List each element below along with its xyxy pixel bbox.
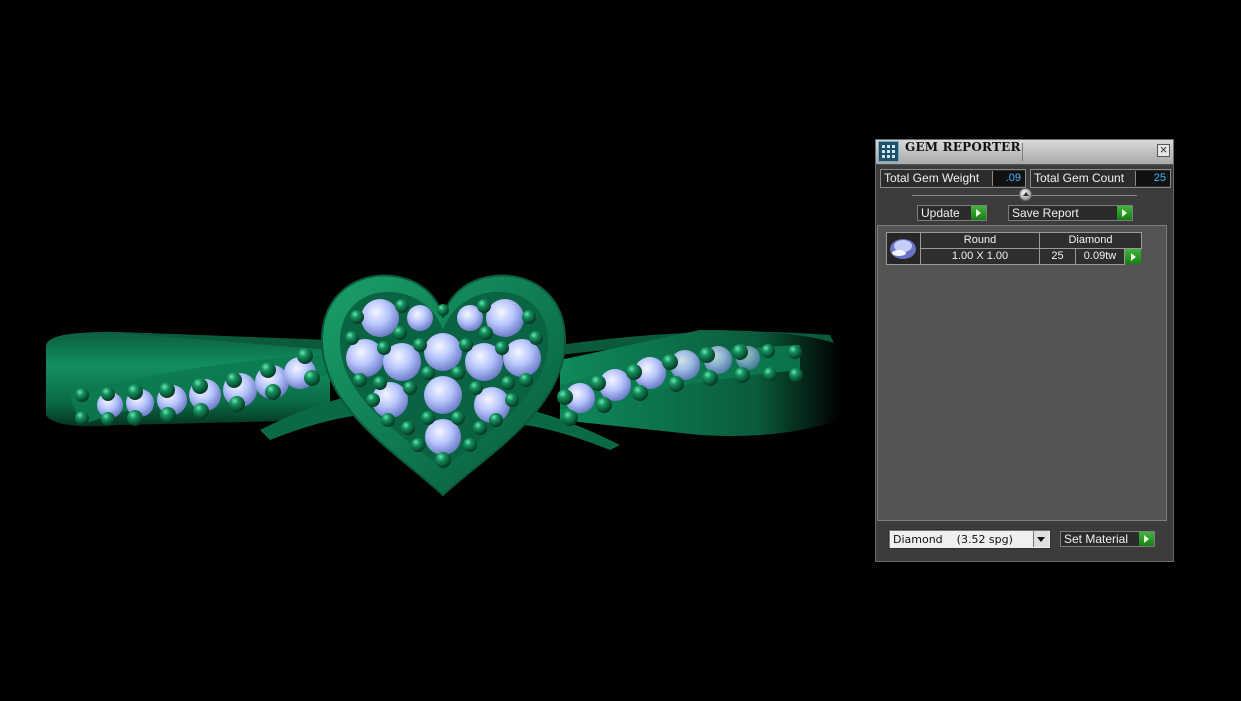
title-bar[interactable]: GEM REPORTER × — [876, 140, 1173, 165]
total-gem-weight-value: .09 — [992, 171, 1025, 186]
material-select-value: Diamond (3.52 spg) — [893, 533, 1013, 546]
gem-list[interactable]: Round Diamond 1.00 X 1.00 25 0.09tw — [877, 225, 1167, 521]
update-button-label: Update — [921, 206, 960, 220]
title-divider — [1022, 143, 1023, 161]
total-gem-count-field: Total Gem Count 25 — [1030, 169, 1171, 188]
slider-handle[interactable] — [1019, 188, 1032, 201]
total-gem-count-label: Total Gem Count — [1034, 171, 1125, 185]
arrow-right-icon — [1139, 532, 1154, 546]
total-gem-weight-label: Total Gem Weight — [884, 171, 980, 185]
shape-header: Round — [920, 232, 1040, 249]
gem-reporter-icon — [878, 141, 899, 162]
gem-count: 25 — [1039, 248, 1076, 265]
save-report-button-label: Save Report — [1012, 206, 1079, 220]
save-report-button[interactable]: Save Report — [1008, 205, 1133, 221]
3d-viewport[interactable] — [0, 0, 860, 701]
material-header: Diamond — [1039, 232, 1142, 249]
heart-centerpiece — [320, 274, 567, 497]
chevron-down-icon[interactable] — [1033, 531, 1049, 547]
arrow-right-icon[interactable] — [1125, 249, 1141, 264]
heart-ring-render — [46, 274, 840, 497]
arrow-right-icon — [1117, 206, 1132, 220]
panel-title: GEM REPORTER — [905, 140, 1021, 154]
gem-thumbnail-icon — [886, 232, 921, 265]
set-material-button[interactable]: Set Material — [1060, 531, 1155, 547]
set-material-button-label: Set Material — [1064, 532, 1129, 546]
total-gem-weight-field: Total Gem Weight .09 — [880, 169, 1026, 188]
total-gem-count-value: 25 — [1135, 171, 1170, 186]
gem-reporter-panel: GEM REPORTER × Total Gem Weight .09 Tota… — [875, 139, 1174, 562]
arrow-right-icon — [971, 206, 986, 220]
material-select[interactable]: Diamond (3.52 spg) — [888, 529, 1051, 549]
gem-weight: 0.09tw — [1075, 248, 1125, 265]
update-button[interactable]: Update — [917, 205, 987, 221]
close-icon[interactable]: × — [1157, 143, 1170, 157]
gem-size: 1.00 X 1.00 — [920, 248, 1040, 265]
